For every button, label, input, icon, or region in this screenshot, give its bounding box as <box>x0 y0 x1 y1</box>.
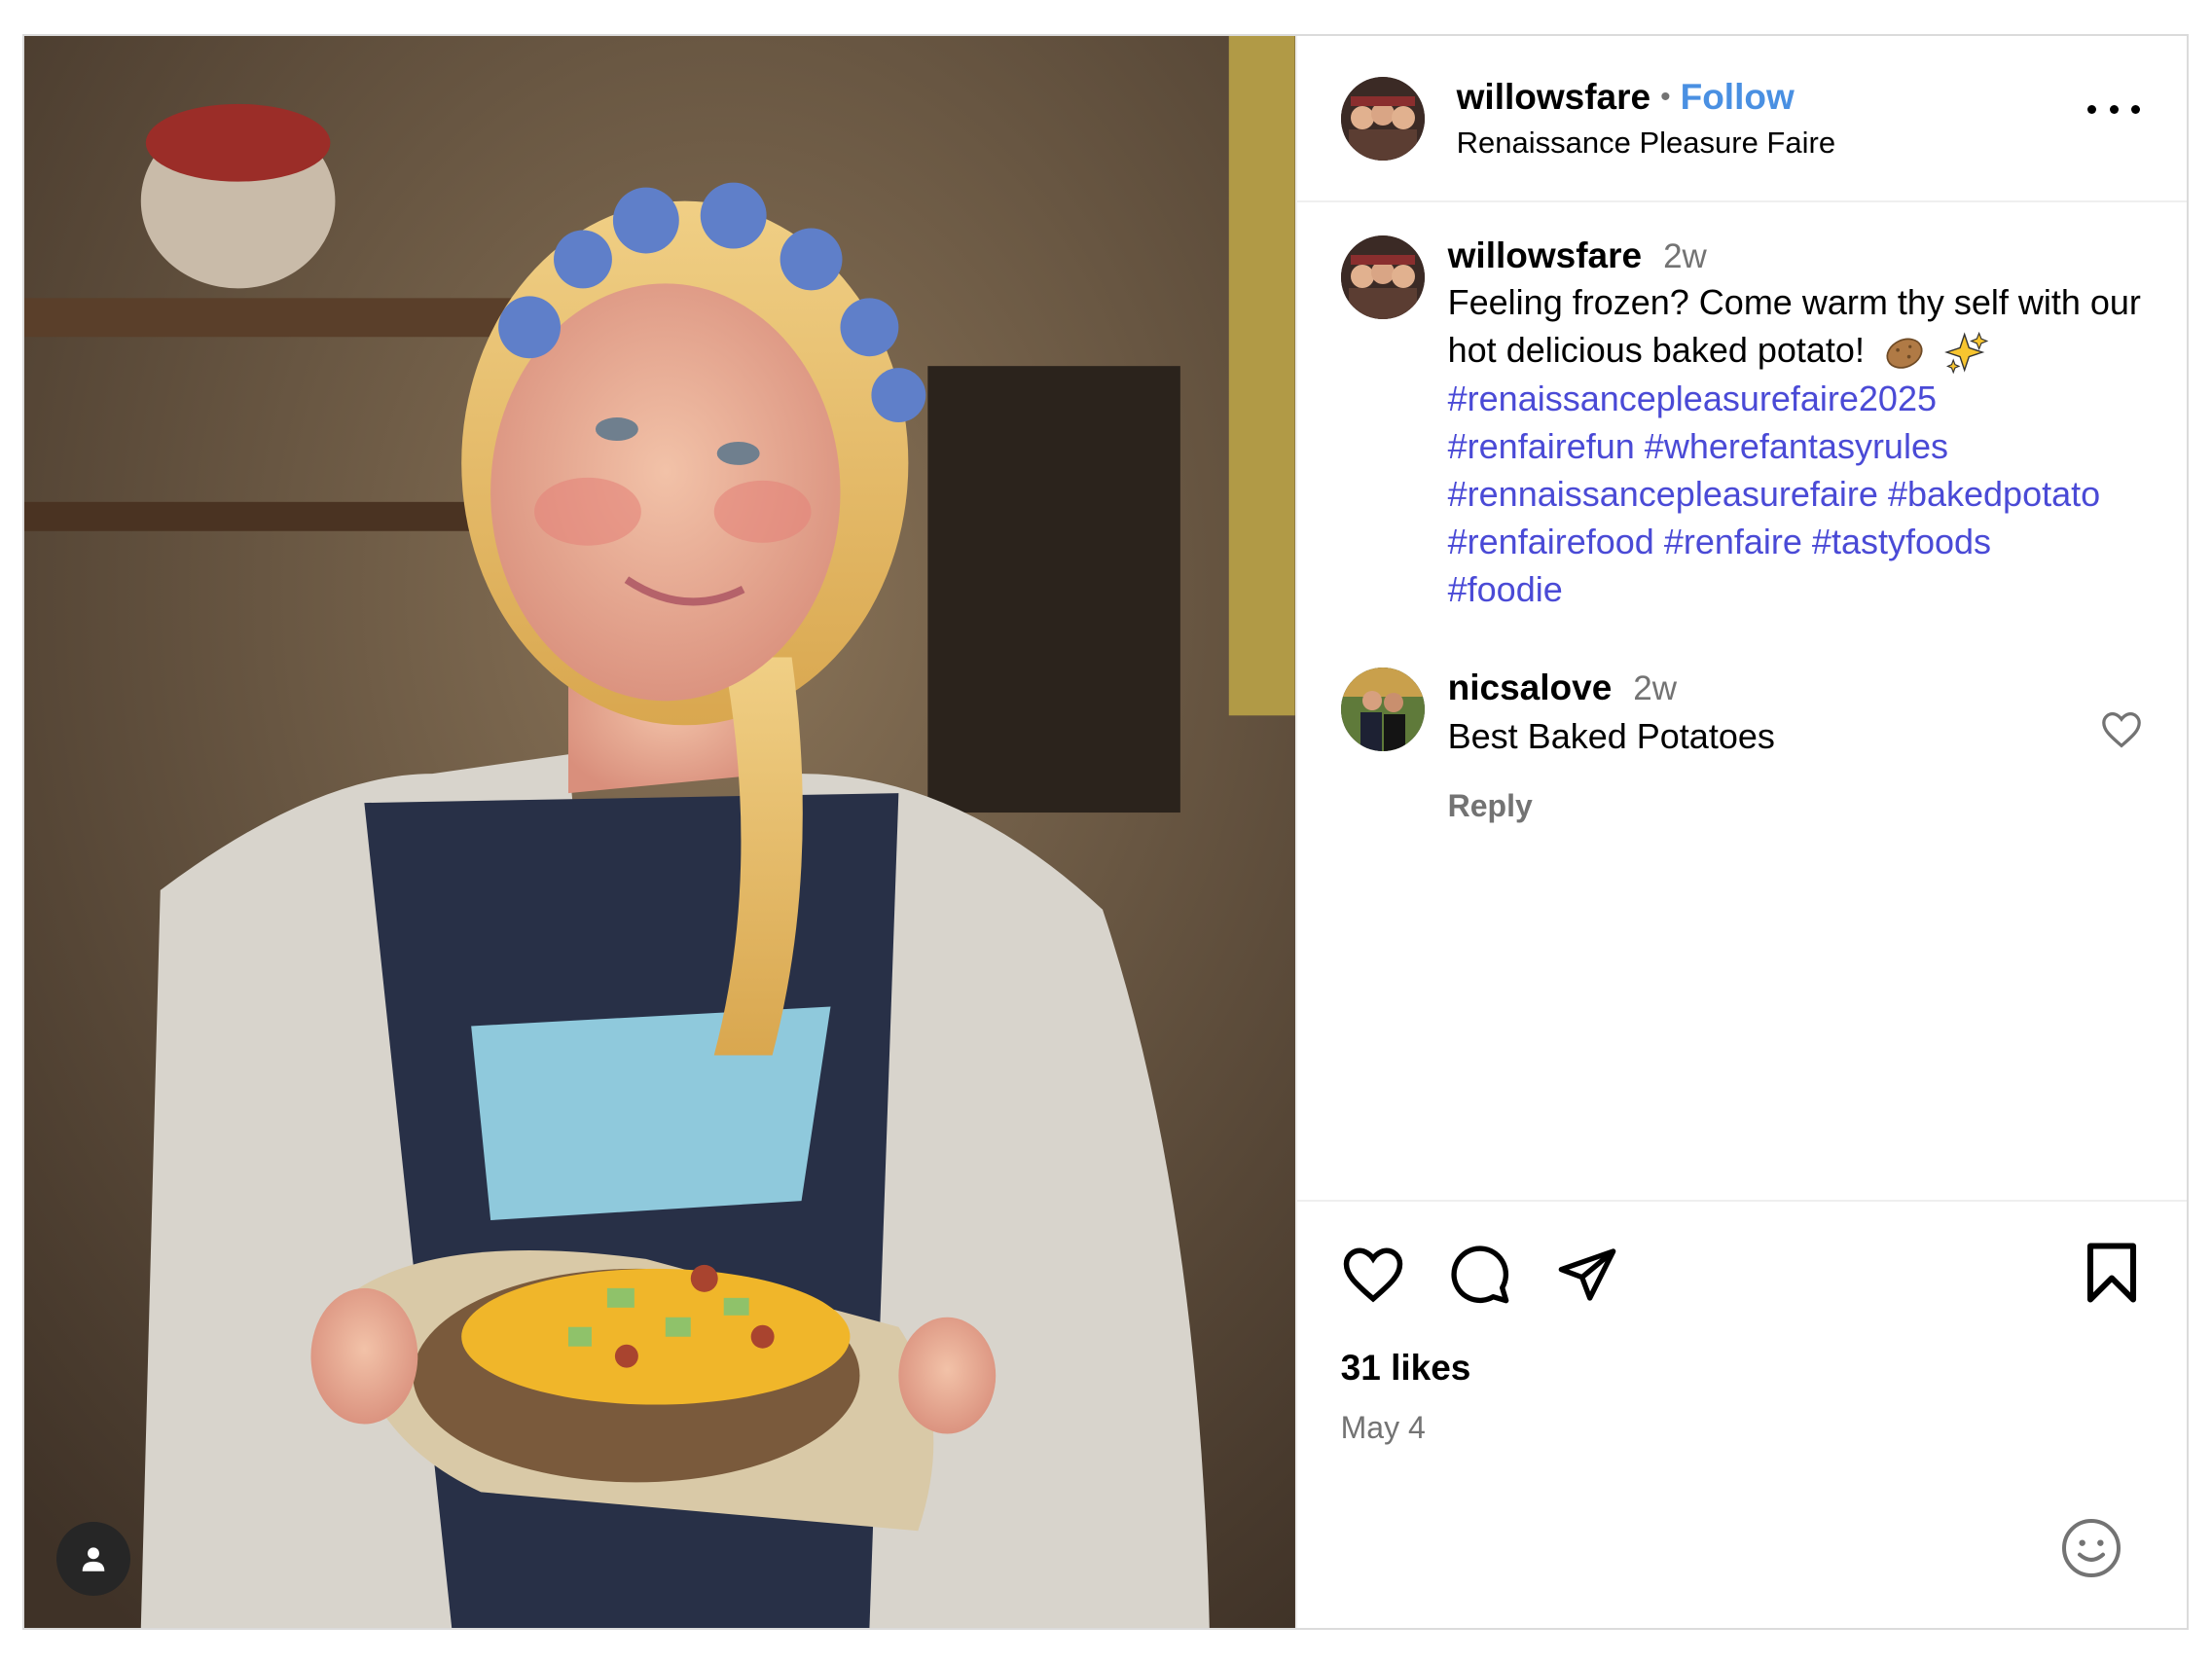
avatar-image <box>1340 668 1425 752</box>
caption-body: Feeling frozen? Come warm thy self with … <box>1448 278 2143 613</box>
hashtag-link[interactable]: #renfairefood <box>1448 522 1654 561</box>
avatar-image <box>1340 235 1425 319</box>
hashtag-link[interactable]: #wherefantasyrules <box>1645 426 1948 466</box>
person-tag-icon <box>82 1547 105 1571</box>
sparkles-emoji <box>1944 332 1989 375</box>
comment-text: Best Baked Potatoes <box>1447 716 1775 757</box>
comments-section: willowsfare 2w Feeling frozen? Come warm… <box>1297 202 2187 1200</box>
location-link[interactable]: Renaissance Pleasure Faire <box>1457 126 1835 161</box>
hashtag-link[interactable]: #bakedpotato <box>1888 474 2100 514</box>
reply-button[interactable]: Reply <box>1448 788 2143 824</box>
hashtag-link[interactable]: #foodie <box>1448 569 1563 609</box>
hashtag-link[interactable]: #renaissancepleasurefaire2025 <box>1448 379 1937 418</box>
smiley-icon[interactable] <box>2060 1517 2122 1579</box>
post-card: willowsfare • Follow Renaissance Pleasur… <box>22 34 2189 1630</box>
tagged-people-button[interactable] <box>56 1522 130 1596</box>
post-header: willowsfare • Follow Renaissance Pleasur… <box>1296 36 2187 202</box>
more-options-icon[interactable] <box>2087 94 2140 124</box>
hashtag-link[interactable]: #renfaire <box>1664 522 1802 561</box>
hashtag-link[interactable]: #tastyfoods <box>1812 522 1991 561</box>
comment-like-icon[interactable] <box>2100 710 2143 749</box>
caption-entry: willowsfare 2w Feeling frozen? Come warm… <box>1340 235 2143 613</box>
comment-icon[interactable] <box>1448 1244 1512 1306</box>
bookmark-icon[interactable] <box>2084 1241 2140 1305</box>
actions-section: 31 likes May 4 <box>1296 1200 2187 1628</box>
comment-username[interactable]: nicsalove <box>1448 668 1613 708</box>
avatar-image <box>1340 76 1425 161</box>
comment-time[interactable]: 2w <box>1633 669 1677 708</box>
post-photo[interactable] <box>24 36 1295 1628</box>
caption-time[interactable]: 2w <box>1663 237 1707 276</box>
caption-avatar[interactable] <box>1340 235 1425 319</box>
caption-username[interactable]: willowsfare <box>1448 235 1642 276</box>
header-username[interactable]: willowsfare <box>1457 77 1650 118</box>
likes-count[interactable]: 31 likes <box>1341 1348 2143 1389</box>
caption-text: Feeling frozen? Come warm thy self with … <box>1447 282 2141 370</box>
hashtag-link[interactable]: #renfairefun <box>1448 426 1635 466</box>
follow-button[interactable]: Follow <box>1681 77 1795 118</box>
comment-avatar[interactable] <box>1340 668 1425 752</box>
separator-dot: • <box>1660 80 1671 113</box>
post-date[interactable]: May 4 <box>1341 1410 2143 1446</box>
potato-emoji <box>1886 339 1923 370</box>
share-icon[interactable] <box>1555 1244 1619 1306</box>
heart-icon[interactable] <box>1341 1244 1405 1306</box>
post-panel: willowsfare • Follow Renaissance Pleasur… <box>1294 36 2187 1628</box>
comment-entry: nicsalove 2w Best Baked Potatoes Reply <box>1340 668 2143 824</box>
avatar[interactable] <box>1340 76 1425 161</box>
post-image <box>24 36 1295 1628</box>
hashtag-link[interactable]: #rennaissancepleasurefaire <box>1448 474 1878 514</box>
